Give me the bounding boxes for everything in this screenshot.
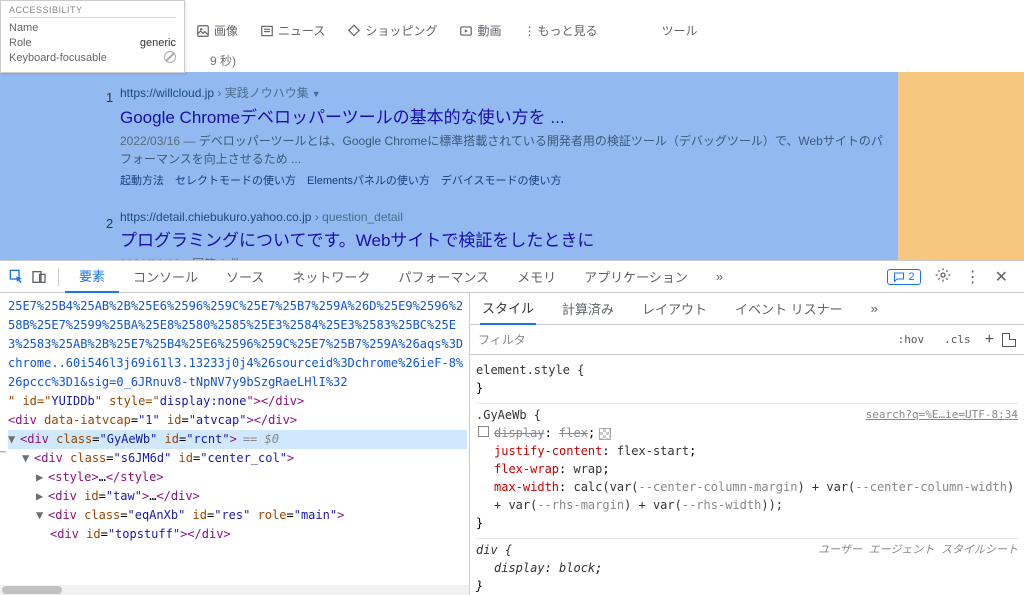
styles-pane: スタイル 計算済み レイアウト イベント リスナー » フィルタ :hov .c… <box>470 293 1024 595</box>
new-rule-button[interactable]: + <box>985 331 994 349</box>
scrollbar-thumb[interactable] <box>2 586 62 594</box>
kebab-icon[interactable]: ⋮ <box>965 267 981 287</box>
selected-dom-node[interactable]: ▼<div class="GyAeWb" id="rcnt">== $0 <box>8 430 467 449</box>
acc-header: ACCESSIBILITY <box>9 5 176 18</box>
subtab-computed[interactable]: 計算済み <box>560 293 616 325</box>
horizontal-scrollbar[interactable] <box>0 585 469 595</box>
dom-node[interactable]: ▼<div class="eqAnXb" id="res" role="main… <box>8 506 467 525</box>
devtools-panel: 要素 コンソール ソース ネットワーク パフォーマンス メモリ アプリケーション… <box>0 260 1024 595</box>
tab-console[interactable]: コンソール <box>119 261 212 293</box>
search-nav-tabs: 画像 ニュース ショッピング 動画 ⋮もっと見る ツール <box>196 22 1024 39</box>
result-stats: 9 秒) <box>210 52 236 69</box>
not-focusable-icon <box>164 51 176 63</box>
collapse-triangle-icon[interactable]: ▼ <box>8 430 18 449</box>
tab-performance[interactable]: パフォーマンス <box>384 261 503 293</box>
dom-node[interactable]: <div id="topstuff"></div> <box>8 525 467 544</box>
tab-network[interactable]: ネットワーク <box>278 261 384 293</box>
tab-memory[interactable]: メモリ <box>503 261 570 293</box>
nav-video[interactable]: 動画 <box>459 22 501 39</box>
nav-tools[interactable]: ツール <box>661 22 697 39</box>
devtools-tabbar: 要素 コンソール ソース ネットワーク パフォーマンス メモリ アプリケーション… <box>0 261 1024 293</box>
inspector-highlight-margin <box>898 72 1024 260</box>
play-icon <box>459 24 473 38</box>
acc-name-label: Name <box>9 21 38 36</box>
dom-tree-pane[interactable]: 25E7%25B4%25AB%2B%25E6%2596%259C%25E7%25… <box>0 293 470 595</box>
inspect-icon[interactable] <box>8 268 26 286</box>
nav-images[interactable]: 画像 <box>196 22 238 39</box>
result-snippet: 2022/03/16 — デベロッパーツールとは、Google Chromeに標… <box>120 132 884 168</box>
flex-editor-icon[interactable] <box>599 428 611 440</box>
cls-toggle[interactable]: .cls <box>938 330 977 349</box>
gear-icon[interactable] <box>935 267 951 286</box>
divider <box>58 268 59 286</box>
result-title[interactable]: プログラミングについてです。Webサイトで検証をしたときに <box>120 226 884 251</box>
search-result: 1 https://willcloud.jp › 実践ノウハウ集▼ Google… <box>120 84 884 188</box>
tab-application[interactable]: アプリケーション <box>570 261 702 293</box>
breadcrumb-dots[interactable]: ⋯ <box>0 447 6 458</box>
rule-div-ua[interactable]: ユーザー エージェント スタイルシート div { display: block… <box>476 539 1018 595</box>
styles-filter-bar: フィルタ :hov .cls + <box>470 325 1024 355</box>
acc-role-label: Role <box>9 36 32 51</box>
property-checkbox[interactable] <box>478 426 489 437</box>
dom-node[interactable]: ▶<style>…</style> <box>8 468 467 487</box>
tab-more[interactable]: » <box>702 261 737 293</box>
rule-gyaewb[interactable]: search?q=%E…ie=UTF-8:34 .GyAeWb { displa… <box>476 404 1018 539</box>
acc-role-value: generic <box>140 36 176 51</box>
result-breadcrumb[interactable]: https://willcloud.jp › 実践ノウハウ集▼ <box>120 84 884 101</box>
result-title[interactable]: Google Chromeデベロッパーツールの基本的な使い方を ... <box>120 103 884 128</box>
subtab-styles[interactable]: スタイル <box>480 293 536 325</box>
device-toggle-icon[interactable] <box>30 268 48 286</box>
acc-kf-label: Keyboard-focusable <box>9 51 107 66</box>
hov-toggle[interactable]: :hov <box>892 330 931 349</box>
computed-toggle-icon[interactable] <box>1002 333 1016 347</box>
accessibility-tooltip: ACCESSIBILITY Name Role generic Keyboard-… <box>0 0 185 73</box>
tag-icon <box>347 24 361 38</box>
image-icon <box>196 24 210 38</box>
nav-shopping[interactable]: ショッピング <box>347 22 437 39</box>
rule-element-style[interactable]: element.style { } <box>476 359 1018 404</box>
dom-node[interactable]: ▶<div id="taw">…</div> <box>8 487 467 506</box>
close-icon[interactable]: ✕ <box>995 267 1008 287</box>
dom-node[interactable]: ▼<div class="s6JM6d" id="center_col"> <box>8 449 467 468</box>
subtab-more[interactable]: » <box>869 293 880 325</box>
subtab-listeners[interactable]: イベント リスナー <box>733 293 845 325</box>
chevron-down-icon[interactable]: ▼ <box>312 89 321 99</box>
tab-elements[interactable]: 要素 <box>65 261 119 293</box>
subtab-layout[interactable]: レイアウト <box>640 293 709 325</box>
dom-url-fragment: 25E7%25B4%25AB%2B%25E6%2596%259C%25E7%25… <box>8 297 467 392</box>
news-icon <box>260 24 274 38</box>
css-rules-list[interactable]: element.style { } search?q=%E…ie=UTF-8:3… <box>470 355 1024 595</box>
nav-news[interactable]: ニュース <box>260 22 325 39</box>
ua-stylesheet-label: ユーザー エージェント スタイルシート <box>818 541 1018 559</box>
rule-source-link[interactable]: search?q=%E…ie=UTF-8:34 <box>866 406 1018 424</box>
nav-more[interactable]: ⋮もっと見る <box>523 22 597 39</box>
message-icon <box>893 271 905 283</box>
tab-sources[interactable]: ソース <box>212 261 278 293</box>
messages-badge[interactable]: 2 <box>887 269 920 285</box>
filter-input[interactable]: フィルタ <box>478 331 884 348</box>
styles-tabbar: スタイル 計算済み レイアウト イベント リスナー » <box>470 293 1024 325</box>
result-breadcrumb[interactable]: https://detail.chiebukuro.yahoo.co.jp › … <box>120 210 884 224</box>
result-sitelinks[interactable]: 起動方法 セレクトモードの使い方 Elementsパネルの使い方 デバイスモード… <box>120 172 884 188</box>
